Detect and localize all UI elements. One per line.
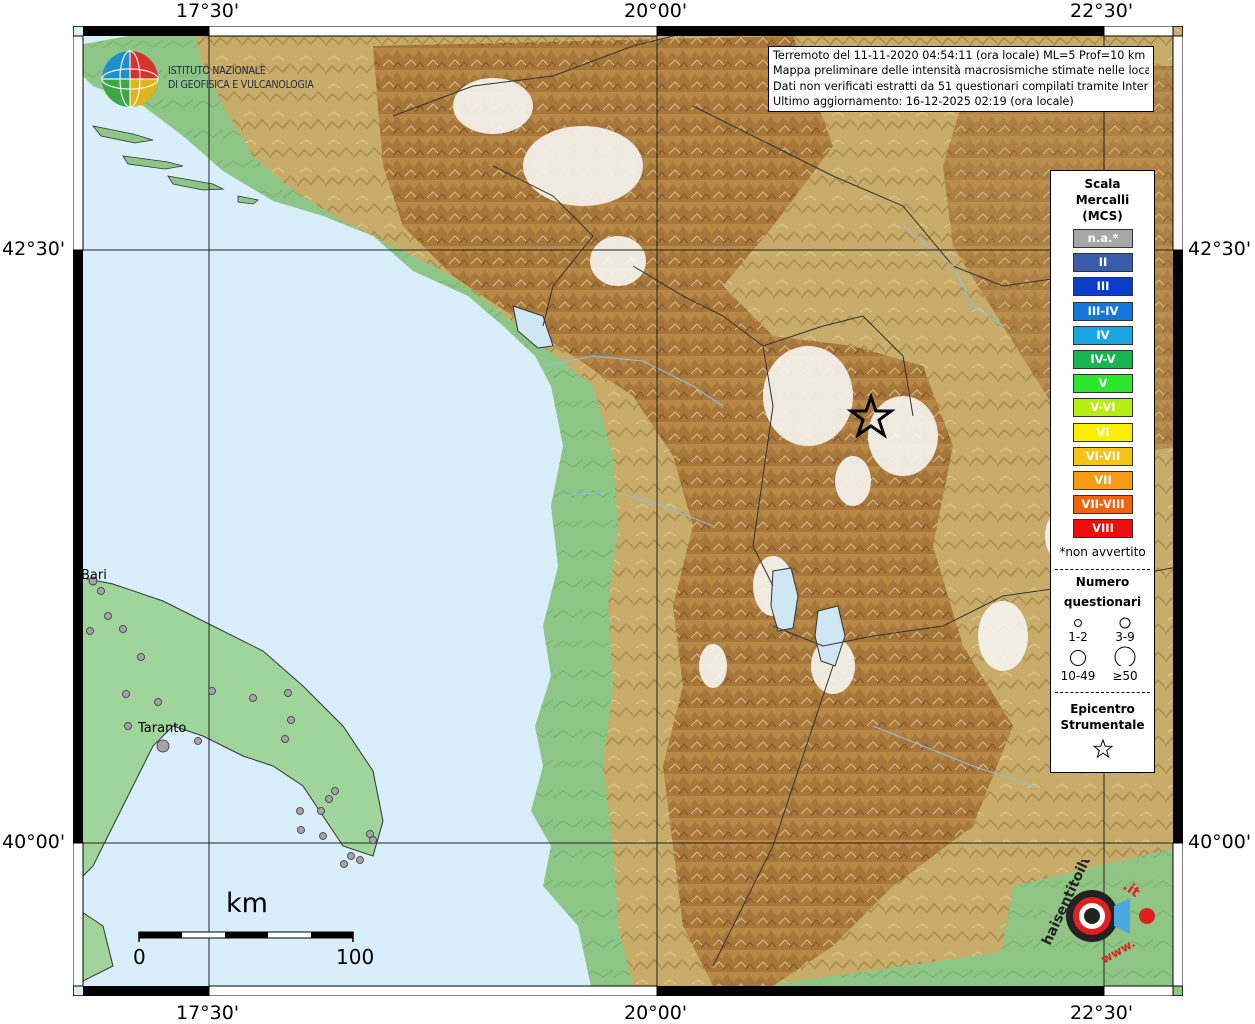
bottom-lon-label-2: 20°00' <box>624 1002 688 1024</box>
legend-count-50: ≥50 <box>1112 669 1138 683</box>
legend-count-10-49: 10-49 <box>1060 669 1096 683</box>
report-marker[interactable] <box>119 625 127 633</box>
report-marker[interactable] <box>86 627 94 635</box>
bottom-lon-label-3: 22°30' <box>1070 1002 1134 1024</box>
legend-title-2: Mercalli <box>1075 193 1130 207</box>
legend-epicenter-1: Epicentro <box>1070 702 1135 716</box>
report-marker[interactable] <box>249 694 257 702</box>
map-area[interactable] <box>73 26 1183 996</box>
legend-note: *non avvertito <box>1059 545 1146 559</box>
legend-count-3-9: 3-9 <box>1115 630 1135 644</box>
bottom-lon-label-1: 17°30' <box>176 1002 240 1024</box>
event-info-line-3: Dati non verificati estratti da 51 quest… <box>773 79 1149 93</box>
city-label-taranto: Taranto <box>138 721 187 736</box>
institute-name: ISTITUTO NAZIONALE DI GEOFISICA E VULCAN… <box>168 64 314 92</box>
left-lat-label-1: 42°30' <box>2 238 66 260</box>
legend-swatch: IV-V <box>1073 350 1133 369</box>
top-lon-label-1: 17°30' <box>176 0 240 22</box>
report-marker[interactable] <box>122 690 130 698</box>
legend-swatch: V-VI <box>1073 398 1133 418</box>
scale-bar-unit: km <box>226 888 268 919</box>
report-marker[interactable] <box>194 737 202 745</box>
legend-swatch: V <box>1073 374 1133 394</box>
legend-swatch: VIII <box>1073 519 1133 539</box>
legend-count-title-2: questionari <box>1063 595 1142 609</box>
scale-bar-max: 100 <box>336 945 375 969</box>
city-label-bari: Bari <box>81 568 107 583</box>
report-marker[interactable] <box>319 832 327 840</box>
legend-swatch: n.a.* <box>1073 229 1133 248</box>
event-info-box: Terremoto del 11-11-2020 04:54:11 (ora l… <box>768 46 1154 112</box>
report-marker[interactable] <box>156 739 170 753</box>
report-marker[interactable] <box>325 795 333 803</box>
legend-swatch: VI-VII <box>1073 446 1133 466</box>
report-marker[interactable] <box>104 612 112 620</box>
legend-swatch: VI <box>1073 422 1133 442</box>
report-marker[interactable] <box>347 852 355 860</box>
legend-swatch: III-IV <box>1073 301 1133 321</box>
report-marker[interactable] <box>296 807 304 815</box>
legend-separator <box>1055 569 1150 570</box>
legend-epicenter-star-icon <box>1093 739 1113 759</box>
report-marker[interactable] <box>356 856 364 864</box>
legend-count-title-1: Numero <box>1075 575 1130 589</box>
right-lat-label-2: 40°00' <box>1188 831 1252 853</box>
scale-bar-min: 0 <box>133 945 146 969</box>
report-marker[interactable] <box>331 787 339 795</box>
logo-text-it: .it <box>1120 878 1143 901</box>
event-info-line-1: Terremoto del 11-11-2020 04:54:11 (ora l… <box>773 49 1146 62</box>
event-info-line-2: Mappa preliminare delle intensità macros… <box>773 64 1149 78</box>
legend-swatch: VII-VIII <box>1073 495 1133 515</box>
report-marker[interactable] <box>137 653 145 661</box>
report-marker[interactable] <box>154 698 162 706</box>
institute-line-2: DI GEOFISICA E VULCANOLOGIA <box>168 79 314 91</box>
report-marker[interactable] <box>97 587 105 595</box>
top-lon-label-3: 22°30' <box>1070 0 1134 22</box>
legend-swatch: VII <box>1073 471 1133 490</box>
report-marker[interactable] <box>124 722 132 730</box>
report-marker[interactable] <box>284 689 292 697</box>
legend-swatch: IV <box>1073 325 1133 345</box>
institute-line-1: ISTITUTO NAZIONALE <box>168 65 266 77</box>
legend-title-3: (MCS) <box>1082 209 1123 223</box>
ingv-globe-logo <box>101 50 159 108</box>
report-marker[interactable] <box>208 687 216 695</box>
haisentitoilterremoto-logo[interactable]: haisentitoilterremoto .it www. <box>1030 860 1165 975</box>
report-marker[interactable] <box>297 826 305 834</box>
legend-title-1: Scala <box>1084 177 1121 191</box>
report-marker[interactable] <box>340 860 348 868</box>
report-marker[interactable] <box>369 836 377 844</box>
legend-epicenter-2: Strumentale <box>1060 718 1145 732</box>
left-lat-label-2: 40°00' <box>2 831 66 853</box>
legend-swatch: II <box>1073 253 1133 273</box>
intensity-legend: Scala Mercalli (MCS) n.a.* II III III-IV IV I… <box>1050 170 1155 773</box>
map-canvas[interactable] <box>73 26 1183 996</box>
logo-text-www: www. <box>1099 936 1138 967</box>
top-lon-label-2: 20°00' <box>624 0 688 22</box>
legend-separator-2 <box>1055 692 1150 693</box>
report-marker[interactable] <box>287 716 295 724</box>
report-marker[interactable] <box>281 735 289 743</box>
legend-count-1-2: 1-2 <box>1068 630 1088 644</box>
report-marker[interactable] <box>317 807 325 815</box>
right-lat-label-1: 42°30' <box>1188 238 1252 260</box>
event-info-line-4: Ultimo aggiornamento: 16-12-2025 02:19 (… <box>773 95 1074 109</box>
legend-swatch: III <box>1073 277 1133 297</box>
